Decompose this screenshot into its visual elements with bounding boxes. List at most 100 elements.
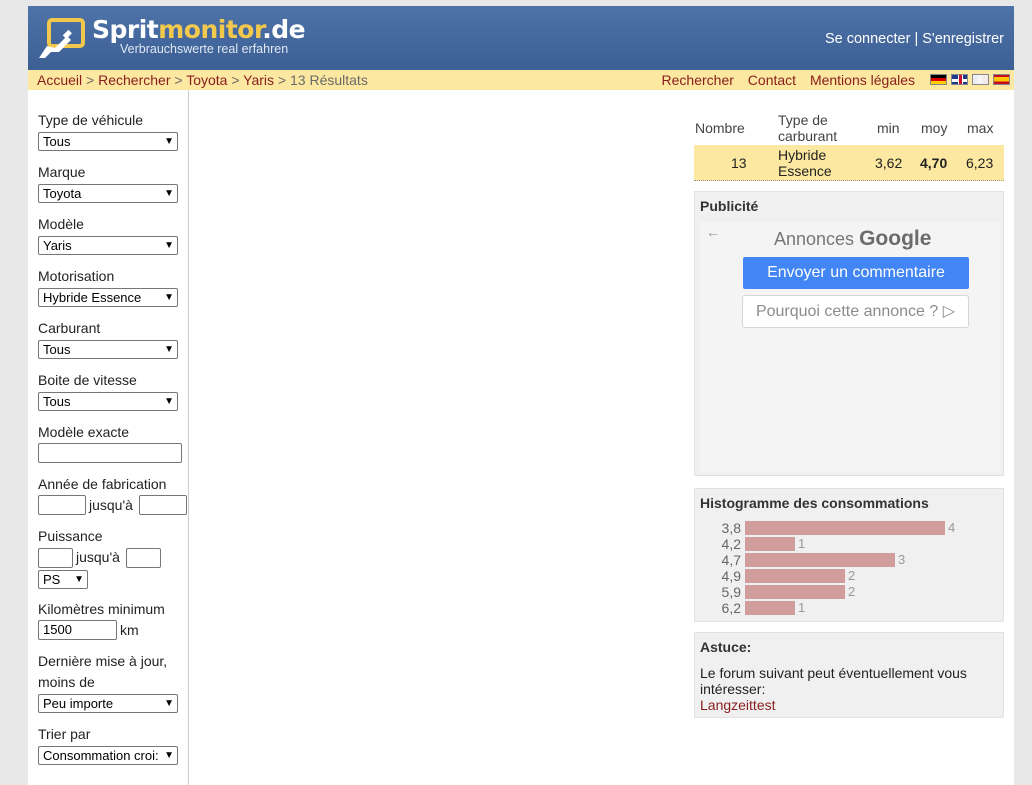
histogram-count-label: 3 xyxy=(898,552,906,567)
histogram-row: 6,2 1 xyxy=(695,600,1005,616)
breadcrumb: Accueil > Rechercher > Toyota > Yaris > … xyxy=(37,70,368,90)
histogram-category-label: 3,8 xyxy=(721,520,741,536)
year-from-input[interactable] xyxy=(38,495,86,515)
table-row[interactable]: 13 Hybride Essence 3,62 4,70 6,23 xyxy=(694,145,1004,181)
annonces-text: Annonces xyxy=(774,229,855,249)
engine-label: Motorisation xyxy=(38,268,115,284)
login-link[interactable]: Se connecter xyxy=(825,31,910,47)
model-select[interactable]: Yaris ▼ xyxy=(38,236,178,255)
row-fuel-1: Hybride xyxy=(778,147,827,163)
last-update-value: Peu importe xyxy=(43,696,114,711)
brand-label: Marque xyxy=(38,164,86,180)
logo-main: Sprit xyxy=(92,15,159,44)
google-wordmark: Google xyxy=(859,227,932,250)
account-separator: | xyxy=(914,31,919,47)
tip-panel: Astuce: Le forum suivant peut éventuelle… xyxy=(694,632,1004,718)
row-count: 13 xyxy=(731,155,747,171)
chevron-down-icon: ▼ xyxy=(164,240,174,251)
min-km-input[interactable]: 1500 xyxy=(38,620,117,640)
nav-search-link[interactable]: Rechercher xyxy=(662,72,734,88)
nav-bar: Accueil > Rechercher > Toyota > Yaris > … xyxy=(28,70,1014,90)
vehicle-type-select[interactable]: Tous ▼ xyxy=(38,132,178,151)
chevron-down-icon: ▼ xyxy=(164,292,174,303)
breadcrumb-results: 13 Résultats xyxy=(290,72,368,88)
ad-frame: ← Annonces Google Envoyer un commentaire… xyxy=(700,222,1000,472)
breadcrumb-brand[interactable]: Toyota xyxy=(186,72,227,88)
gearbox-label: Boite de vitesse xyxy=(38,372,137,388)
breadcrumb-separator: > xyxy=(231,72,240,88)
arrow-left-icon[interactable]: ← xyxy=(706,224,720,240)
flag-fr-icon[interactable] xyxy=(972,74,989,85)
register-link[interactable]: S'enregistrer xyxy=(922,31,1004,47)
forum-link[interactable]: Langzeittest xyxy=(700,697,776,713)
window-gutter xyxy=(1014,0,1032,785)
histogram-bar xyxy=(745,521,945,535)
year-to-input[interactable] xyxy=(139,495,187,515)
engine-select[interactable]: Hybride Essence ▼ xyxy=(38,288,178,307)
breadcrumb-search[interactable]: Rechercher xyxy=(98,72,170,88)
chevron-down-icon: ▼ xyxy=(164,344,174,355)
brand-select[interactable]: Toyota ▼ xyxy=(38,184,178,203)
histogram-count-label: 4 xyxy=(948,520,956,535)
last-update-select[interactable]: Peu importe ▼ xyxy=(38,694,178,713)
vehicle-type-label: Type de véhicule xyxy=(38,112,144,128)
flag-de-icon[interactable] xyxy=(930,74,947,85)
flag-es-icon[interactable] xyxy=(993,74,1010,85)
fuel-label: Carburant xyxy=(38,320,101,336)
why-this-ad-label: Pourquoi cette annonce ? xyxy=(755,303,939,320)
account-links: Se connecter | S'enregistrer xyxy=(825,31,1004,47)
histogram-count-label: 1 xyxy=(798,536,806,551)
consumption-histogram-panel: Histogramme des consommations 3,8 4 4,2 1 4,… xyxy=(694,488,1004,622)
histogram-category-label: 6,2 xyxy=(721,600,741,616)
histogram-bar xyxy=(745,569,845,583)
row-avg: 4,70 xyxy=(920,155,948,171)
site-logo-title[interactable]: Spritmonitor.de xyxy=(92,15,306,44)
gearbox-select[interactable]: Tous ▼ xyxy=(38,392,178,411)
fuel-select[interactable]: Tous ▼ xyxy=(38,340,178,359)
breadcrumb-home[interactable]: Accueil xyxy=(37,72,82,88)
flag-gb-icon[interactable] xyxy=(951,74,968,85)
fuel-pump-logo-icon[interactable] xyxy=(37,18,85,60)
power-unit-select[interactable]: PS ▼ xyxy=(38,570,88,589)
histogram-row: 5,9 2 xyxy=(695,584,1005,600)
histogram-row: 4,7 3 xyxy=(695,552,1005,568)
ad-panel-title: Publicité xyxy=(700,198,759,214)
nav-legal-link[interactable]: Mentions légales xyxy=(810,72,915,88)
histogram-title: Histogramme des consommations xyxy=(700,495,929,511)
histogram-count-label: 2 xyxy=(848,568,856,583)
power-from-input[interactable] xyxy=(38,548,73,568)
power-unit-value: PS xyxy=(43,572,61,587)
sort-select[interactable]: Consommation croi: ▼ xyxy=(38,746,178,765)
breadcrumb-separator: > xyxy=(174,72,183,88)
histogram-category-label: 4,2 xyxy=(721,536,741,552)
nav-contact-link[interactable]: Contact xyxy=(748,72,796,88)
last-update-label-1: Dernière mise à jour, xyxy=(38,653,168,669)
histogram-category-label: 4,9 xyxy=(721,568,741,584)
breadcrumb-model[interactable]: Yaris xyxy=(243,72,274,88)
model-value: Yaris xyxy=(43,238,72,253)
power-to-input[interactable] xyxy=(126,548,161,568)
exact-model-label: Modèle exacte xyxy=(38,424,130,440)
histogram-row: 3,8 4 xyxy=(695,520,1005,536)
why-this-ad-button[interactable]: Pourquoi cette annonce ? ▷ xyxy=(742,295,969,328)
exact-model-input[interactable] xyxy=(38,443,182,463)
chevron-down-icon: ▼ xyxy=(164,750,174,761)
filter-sidebar: Type de véhicule Tous ▼ Marque Toyota ▼ Mo… xyxy=(28,90,189,785)
histogram-bar xyxy=(745,601,795,615)
vehicle-type-value: Tous xyxy=(43,134,71,149)
send-feedback-button[interactable]: Envoyer un commentaire xyxy=(743,257,969,289)
chevron-down-icon: ▼ xyxy=(74,574,84,585)
histogram-count-label: 1 xyxy=(798,600,806,615)
language-flags xyxy=(930,74,1010,85)
histogram-bar xyxy=(745,537,795,551)
fuel-value: Tous xyxy=(43,342,71,357)
histogram-bar xyxy=(745,553,895,567)
min-km-unit: km xyxy=(120,622,139,638)
sort-value: Consommation croi: xyxy=(43,748,159,763)
page: Spritmonitor.de Verbrauchswerte real erf… xyxy=(28,6,1014,785)
main-nav: Rechercher Contact Mentions légales xyxy=(652,70,915,90)
tip-title: Astuce: xyxy=(700,639,752,655)
histogram-row: 4,2 1 xyxy=(695,536,1005,552)
chevron-down-icon: ▼ xyxy=(164,136,174,147)
sort-label: Trier par xyxy=(38,726,91,742)
